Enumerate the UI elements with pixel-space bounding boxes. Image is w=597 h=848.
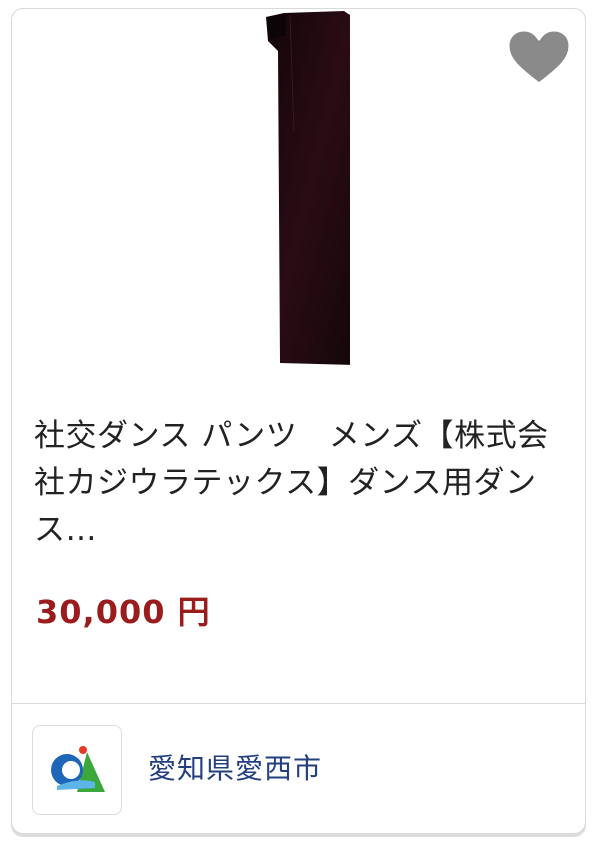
divider bbox=[12, 703, 585, 704]
shop-name-link[interactable]: 愛知県愛西市 bbox=[148, 747, 322, 791]
product-title[interactable]: 社交ダンス パンツ メンズ【株式会社カジウラテックス】ダンス用ダンス… bbox=[34, 413, 564, 554]
dance-pants-image bbox=[266, 11, 350, 365]
product-card[interactable]: 社交ダンス パンツ メンズ【株式会社カジウラテックス】ダンス用ダンス… 30,0… bbox=[11, 8, 586, 834]
shop-logo[interactable] bbox=[32, 725, 122, 815]
heart-icon bbox=[506, 28, 572, 86]
municipality-logo-icon bbox=[51, 746, 105, 792]
product-image-area[interactable] bbox=[12, 9, 584, 379]
favorite-button[interactable] bbox=[504, 27, 574, 89]
product-price: 30,000 円 bbox=[36, 593, 211, 631]
